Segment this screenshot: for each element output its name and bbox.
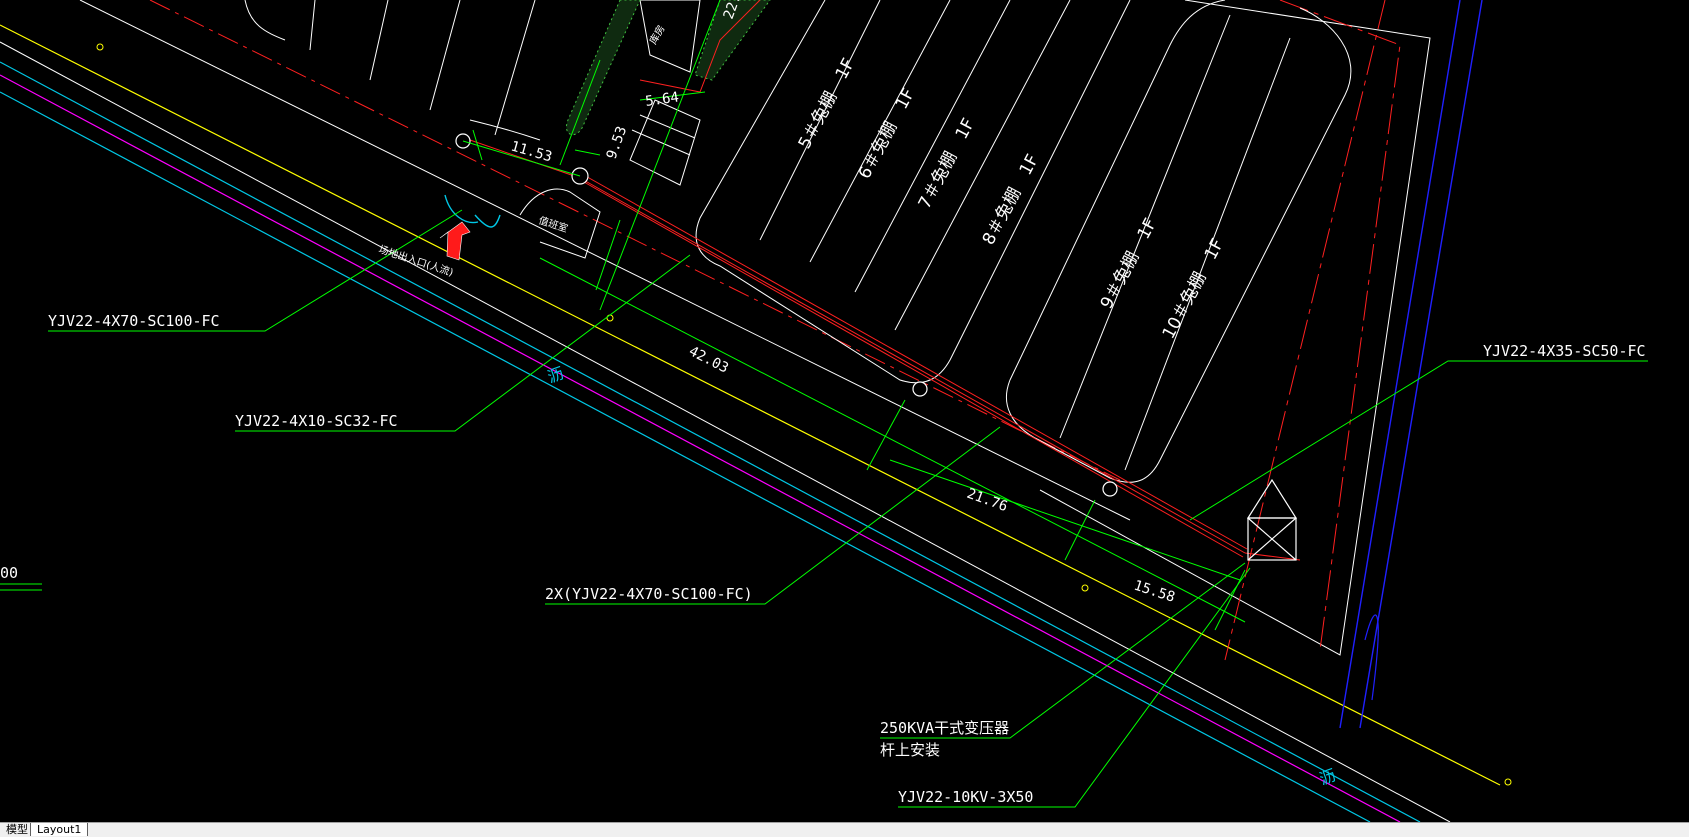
transformer-label: 250KVA干式变压器 [880,719,1009,737]
cable-label-double-yjv22-4x70: 2X(YJV22-4X70-SC100-FC) [545,585,753,603]
layout-tab-bar: 模型 Layout1 [0,822,1689,837]
cad-drawing-canvas[interactable]: YJV22-4X70-SC100-FC YJV22-4X10-SC32-FC Y… [0,0,1689,822]
canvas-background [0,0,1689,822]
transformer-mount-label: 杆上安装 [880,741,940,759]
cable-label-yjv22-4x70: YJV22-4X70-SC100-FC [48,312,220,330]
cable-label-yjv22-4x35: YJV22-4X35-SC50-FC [1483,342,1646,360]
tab-layout1[interactable]: Layout1 [30,823,89,836]
cable-label-yjv22-10kv: YJV22-10KV-3X50 [898,788,1033,806]
left-edge-fragment: 00 [0,564,18,582]
cable-label-yjv22-4x10: YJV22-4X10-SC32-FC [235,412,398,430]
tab-model[interactable]: 模型 [0,823,34,836]
